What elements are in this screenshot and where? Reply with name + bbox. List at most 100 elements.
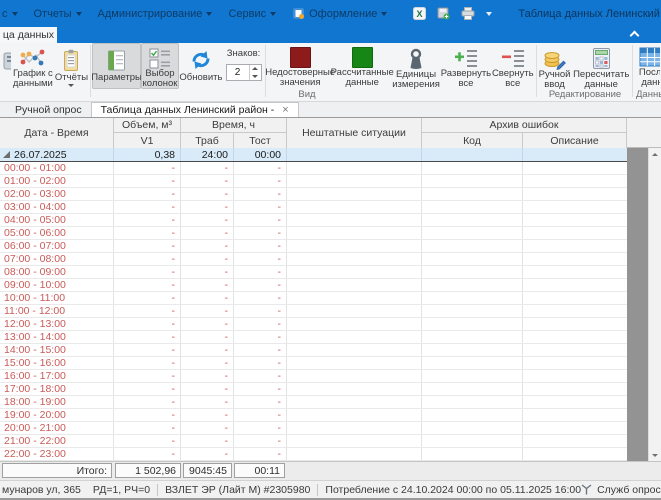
parameters-button[interactable]: Параметры: [92, 43, 141, 89]
header-trab[interactable]: Траб: [181, 133, 234, 148]
table-row[interactable]: 04:00 - 05:00 - - -: [0, 214, 627, 227]
ribbon-tab-data-table[interactable]: ца данных: [0, 27, 57, 43]
situations-cell: [287, 227, 422, 239]
menu-item-clipped[interactable]: с: [2, 8, 18, 20]
scrollbar-up-button[interactable]: [649, 148, 661, 160]
column-chooser-button[interactable]: Выбор колонок: [141, 43, 179, 89]
manual-input-button[interactable]: Ручной ввод: [538, 43, 572, 89]
table-row[interactable]: 16:00 - 17:00 - - -: [0, 370, 627, 383]
spinner-down-button[interactable]: [250, 73, 261, 81]
table-row[interactable]: 03:00 - 04:00 - - -: [0, 201, 627, 214]
menu-item-appearance[interactable]: Оформление: [292, 7, 387, 20]
menu-item-label: Оформление: [309, 8, 377, 20]
v1-cell: -: [114, 331, 181, 343]
time-range-cell: 03:00 - 04:00: [0, 201, 114, 213]
table-row[interactable]: 01:00 - 02:00 - - -: [0, 175, 627, 188]
header-datetime[interactable]: Дата - Время: [0, 118, 114, 148]
trab-cell: -: [181, 305, 234, 317]
table-row[interactable]: 12:00 - 13:00 - - -: [0, 318, 627, 331]
table-row[interactable]: 15:00 - 16:00 - - -: [0, 357, 627, 370]
table-row[interactable]: 10:00 - 11:00 - - -: [0, 292, 627, 305]
spinner-up-button[interactable]: [250, 65, 261, 73]
date-group-row[interactable]: 26.07.2025 0,38 24:00 00:00: [0, 148, 627, 162]
calculated-data-button[interactable]: Рассчитанные данные: [333, 43, 391, 89]
table-row[interactable]: 08:00 - 09:00 - - -: [0, 266, 627, 279]
save-export-icon[interactable]: [437, 7, 450, 20]
table-row[interactable]: 00:00 - 01:00 - - -: [0, 162, 627, 175]
recalculate-button[interactable]: Пересчитать данные: [571, 43, 630, 89]
close-icon[interactable]: ×: [282, 105, 288, 116]
tost-cell: -: [234, 188, 287, 200]
expand-all-button[interactable]: Развернуть все: [441, 43, 491, 89]
calculator-icon: [591, 47, 612, 70]
code-cell: [422, 331, 523, 343]
ribbon-button-clipped[interactable]: [0, 43, 12, 89]
units-button[interactable]: Единицы измерения: [391, 43, 441, 89]
time-range-cell: 02:00 - 03:00: [0, 188, 114, 200]
trab-cell: -: [181, 279, 234, 291]
export-excel-icon[interactable]: X: [413, 7, 426, 20]
time-range-cell: 16:00 - 17:00: [0, 370, 114, 382]
unreliable-values-button[interactable]: Недостоверные значения: [267, 43, 333, 89]
v1-cell: -: [114, 240, 181, 252]
last-data-button-clipped[interactable]: Послед данны: [634, 43, 661, 89]
table-row[interactable]: 20:00 - 21:00 - - -: [0, 422, 627, 435]
table-row[interactable]: 09:00 - 10:00 - - -: [0, 279, 627, 292]
table-row[interactable]: 13:00 - 14:00 - - -: [0, 331, 627, 344]
code-cell: [422, 448, 523, 460]
table-row[interactable]: 06:00 - 07:00 - - -: [0, 240, 627, 253]
situations-cell: [287, 396, 422, 408]
collapse-all-button[interactable]: Свернуть все: [491, 43, 535, 89]
situations-cell: [287, 240, 422, 252]
header-label: V1: [141, 135, 154, 147]
situations-cell: [287, 435, 422, 447]
checkbox-list-icon: [148, 47, 172, 69]
v1-cell: -: [114, 422, 181, 434]
menu-item-administration[interactable]: Администрирование: [98, 8, 213, 20]
trab-cell: -: [181, 422, 234, 434]
digits-label: Знаков:: [227, 48, 261, 59]
v1-cell: -: [114, 318, 181, 330]
ribbon-collapse-button[interactable]: [630, 31, 639, 38]
header-volume-group[interactable]: Объем, м³: [114, 118, 181, 133]
table-row[interactable]: 19:00 - 20:00 - - -: [0, 409, 627, 422]
status-consumption: Потребление с 24.10.2024 00:00 по 05.11.…: [325, 484, 581, 496]
chart-with-data-button[interactable]: График с данными: [12, 43, 54, 89]
trab-cell: -: [181, 448, 234, 460]
header-tost[interactable]: Тост: [234, 133, 287, 148]
table-row[interactable]: 02:00 - 03:00 - - -: [0, 188, 627, 201]
tab-manual-poll[interactable]: Ручной опрос: [6, 102, 91, 117]
print-icon[interactable]: [461, 7, 475, 20]
table-row[interactable]: 18:00 - 19:00 - - -: [0, 396, 627, 409]
svg-text:X: X: [417, 9, 423, 19]
description-cell: [523, 188, 627, 200]
table-row[interactable]: 05:00 - 06:00 - - -: [0, 227, 627, 240]
scrollbar-down-button[interactable]: [649, 449, 661, 461]
reports-button[interactable]: Отчёты: [54, 43, 89, 89]
table-row[interactable]: 14:00 - 15:00 - - -: [0, 344, 627, 357]
refresh-button[interactable]: Обновить: [179, 43, 223, 89]
menu-item-service[interactable]: Сервис: [228, 8, 276, 20]
table-row[interactable]: 17:00 - 18:00 - - -: [0, 383, 627, 396]
header-situations[interactable]: Нештатные ситуации: [287, 118, 422, 148]
trab-cell: -: [181, 331, 234, 343]
table-row[interactable]: 11:00 - 12:00 - - -: [0, 305, 627, 318]
table-row[interactable]: 07:00 - 08:00 - - -: [0, 253, 627, 266]
menu-item-reports[interactable]: Отчеты: [34, 8, 82, 20]
header-time-group[interactable]: Время, ч: [181, 118, 287, 133]
table-row[interactable]: 22:00 - 23:00 - - -: [0, 448, 627, 461]
v1-cell: -: [114, 162, 181, 174]
digits-spinner[interactable]: 2: [226, 64, 262, 81]
row-expander-icon[interactable]: [3, 151, 10, 158]
header-code[interactable]: Код: [422, 133, 523, 148]
v1-cell: -: [114, 201, 181, 213]
time-range-cell: 21:00 - 22:00: [0, 435, 114, 447]
header-description[interactable]: Описание: [523, 133, 627, 148]
table-row[interactable]: 21:00 - 22:00 - - -: [0, 435, 627, 448]
vertical-scrollbar[interactable]: [648, 148, 661, 461]
header-v1[interactable]: V1: [114, 133, 181, 148]
tab-data-table-active[interactable]: Таблица данных Ленинский район - ×: [91, 102, 299, 117]
header-errors-group[interactable]: Архив ошибок: [422, 118, 627, 133]
toolbar-overflow-icon[interactable]: [486, 12, 492, 16]
time-range-cell: 19:00 - 20:00: [0, 409, 114, 421]
